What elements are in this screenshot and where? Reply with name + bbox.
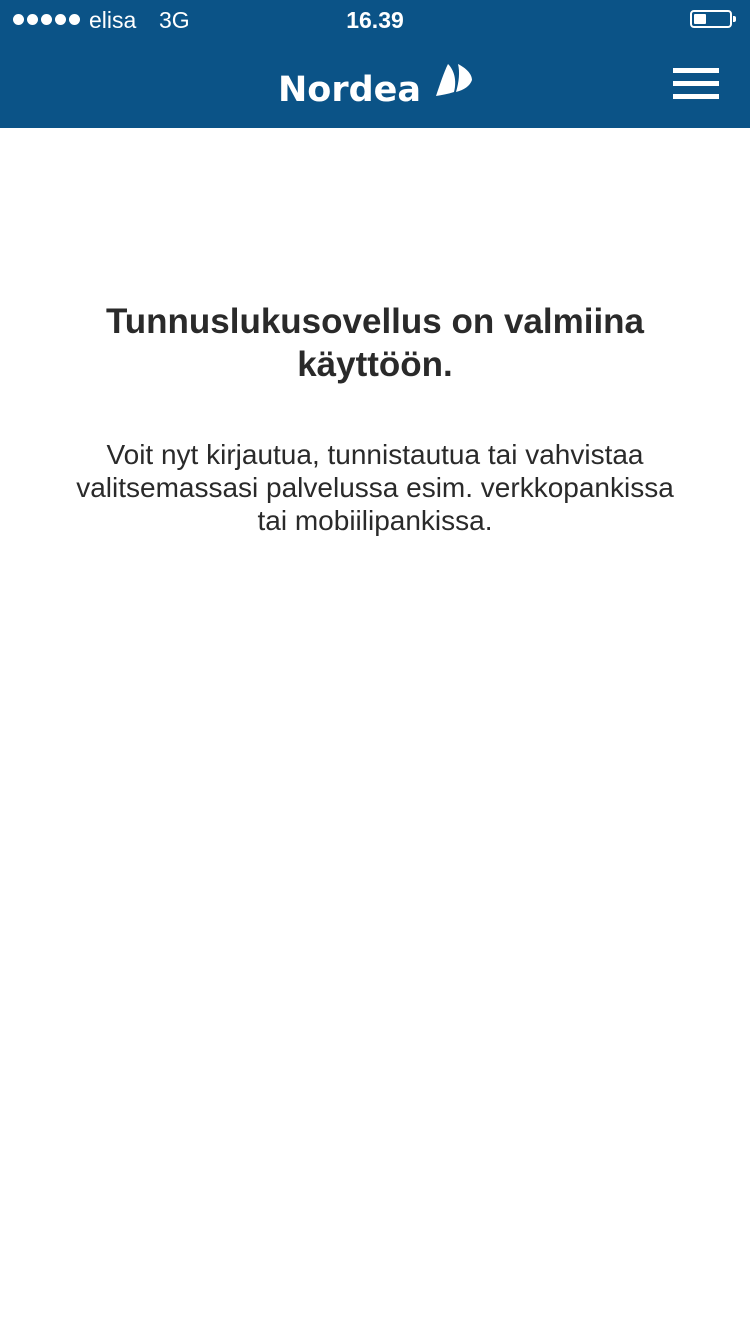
nordea-logo: Nordea (270, 60, 480, 110)
brand-name: Nordea (278, 70, 422, 110)
status-bar: elisa 3G 16.39 (0, 0, 750, 40)
page-title: Tunnuslukusovellus on valmiina käyttöön. (105, 302, 645, 384)
sail-logo-icon (436, 64, 472, 96)
app-header: elisa 3G 16.39 Nordea (0, 0, 750, 128)
hamburger-menu-icon (673, 67, 719, 73)
battery-icon (690, 10, 736, 28)
menu-button[interactable] (666, 60, 726, 106)
page-description: Voit nyt kirjautua, tunnistautua tai vah… (76, 439, 674, 536)
status-time: 16.39 (346, 7, 404, 33)
battery-level-fill (694, 14, 706, 24)
main-content: Tunnuslukusovellus on valmiina käyttöön.… (0, 300, 750, 537)
